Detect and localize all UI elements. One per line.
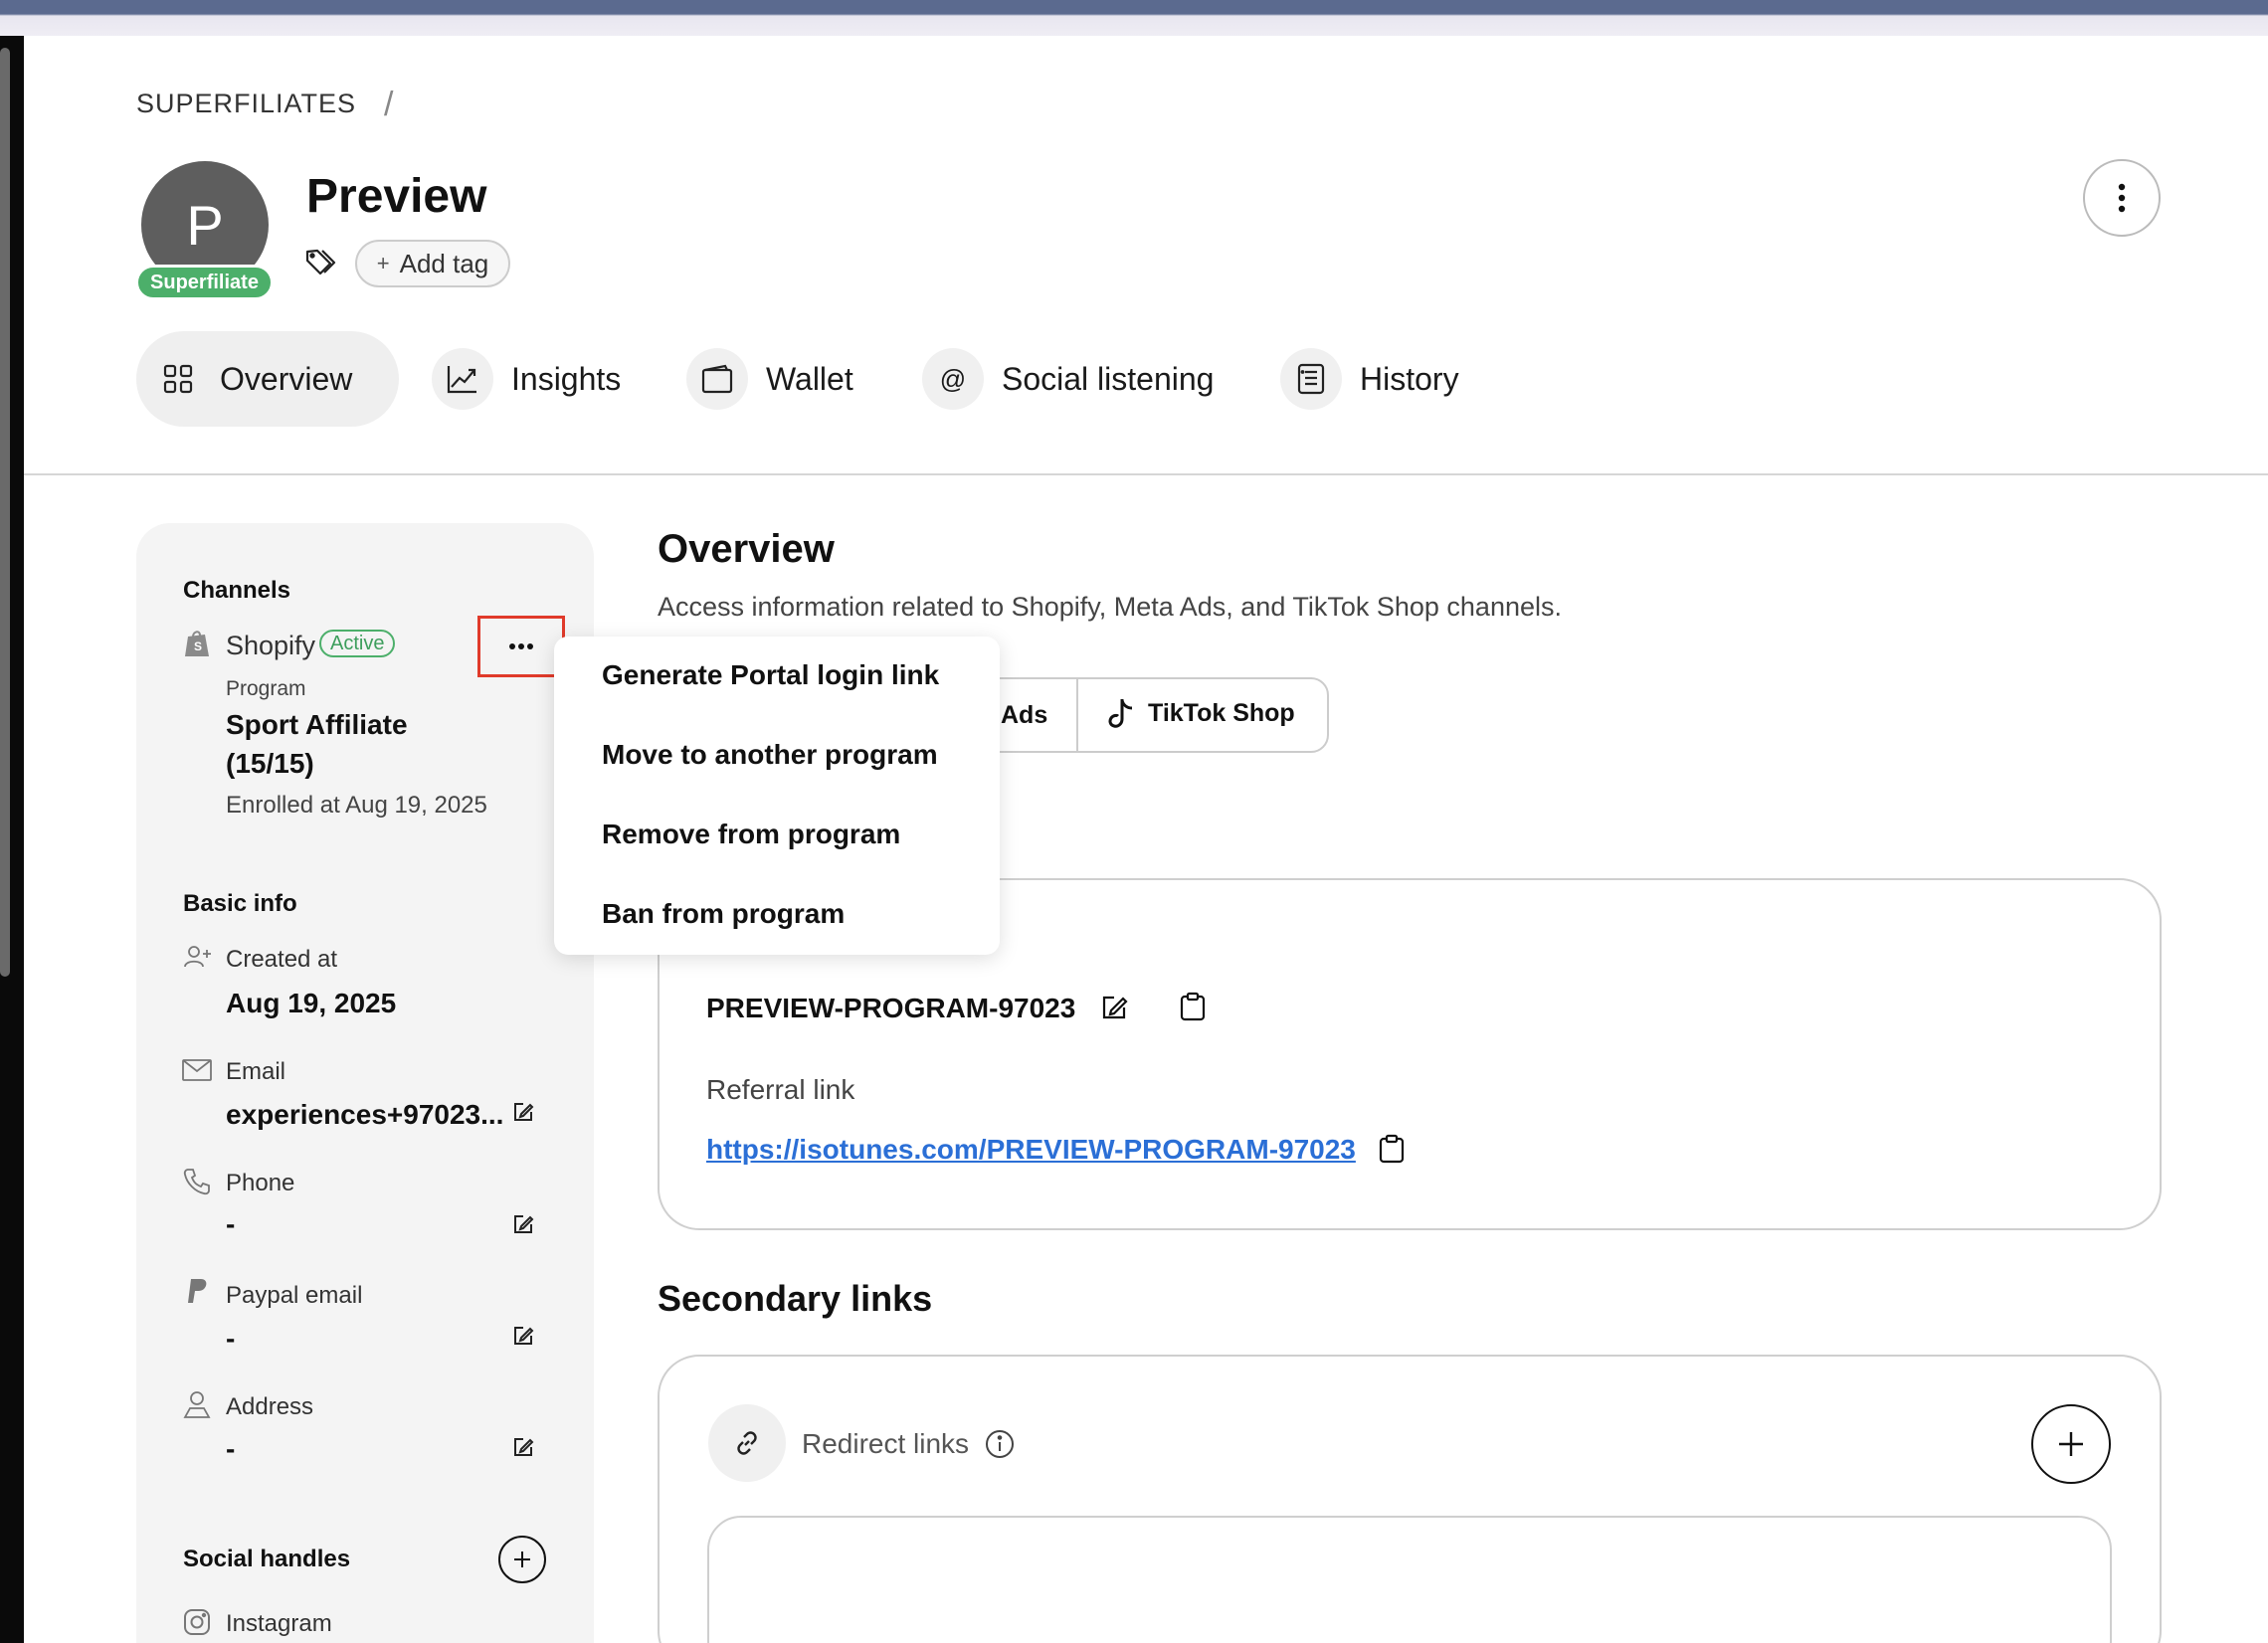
social-handles-title: Social handles xyxy=(183,1546,351,1572)
info-icon[interactable] xyxy=(985,1429,1015,1459)
overview-description: Access information related to Shopify, M… xyxy=(658,592,1562,622)
menu-item-ban-program[interactable]: Ban from program xyxy=(602,898,845,930)
history-list-icon xyxy=(1280,348,1342,410)
copy-code-icon[interactable] xyxy=(1180,992,1206,1021)
status-badge: Active xyxy=(319,630,396,657)
shopify-label: Shopify xyxy=(226,631,316,660)
menu-item-generate-portal-link[interactable]: Generate Portal login link xyxy=(602,659,939,691)
link-icon-circle xyxy=(708,1404,786,1482)
paypal-value: - xyxy=(226,1323,236,1354)
overview-title: Overview xyxy=(658,527,835,571)
tab-label: Social listening xyxy=(1002,360,1215,397)
tab-social-listening[interactable]: @ Social listening xyxy=(922,331,1214,427)
sidebar-panel xyxy=(136,523,594,1643)
redirect-links-label: Redirect links xyxy=(802,1428,970,1459)
email-label: Email xyxy=(226,1058,286,1085)
wallet-icon xyxy=(686,348,748,410)
more-options-button[interactable] xyxy=(2083,159,2161,237)
tab-label: Insights xyxy=(511,360,622,397)
paypal-icon xyxy=(188,1279,207,1303)
channels-title: Channels xyxy=(183,577,291,604)
tab-wallet[interactable]: Wallet xyxy=(686,331,853,427)
tab-label: History xyxy=(1360,360,1459,397)
referral-link-label: Referral link xyxy=(706,1074,855,1105)
browser-top-bar xyxy=(0,0,2268,36)
referral-code: PREVIEW-PROGRAM-97023 xyxy=(706,993,1076,1023)
scrollbar[interactable] xyxy=(0,48,10,977)
address-value: - xyxy=(226,1433,236,1464)
basic-info-title: Basic info xyxy=(183,890,297,917)
edit-code-icon[interactable] xyxy=(1100,994,1128,1021)
plus-icon: + xyxy=(376,251,390,275)
copy-link-icon[interactable] xyxy=(1379,1134,1405,1164)
add-tag-button[interactable]: + Add tag xyxy=(355,240,510,287)
vertical-dots-icon xyxy=(2118,183,2126,213)
phone-label: Phone xyxy=(226,1170,295,1196)
tab-tiktok-shop[interactable]: TikTok Shop xyxy=(1108,697,1295,729)
user-location-icon xyxy=(183,1391,211,1418)
program-name: Sport Affiliate xyxy=(226,709,408,740)
grid-icon xyxy=(158,348,198,410)
superfiliate-badge: Superfiliate xyxy=(135,265,274,300)
header-divider xyxy=(24,473,2268,475)
plus-icon xyxy=(2059,1432,2083,1456)
tab-insights[interactable]: Insights xyxy=(432,331,621,427)
tiktok-icon xyxy=(1108,699,1133,728)
mail-icon xyxy=(182,1059,212,1081)
instagram-icon xyxy=(184,1609,210,1635)
referral-link[interactable]: https://isotunes.com/PREVIEW-PROGRAM-970… xyxy=(706,1134,1356,1166)
edit-email-icon[interactable] xyxy=(512,1101,534,1123)
paypal-label: Paypal email xyxy=(226,1282,363,1309)
edit-address-icon[interactable] xyxy=(512,1436,534,1458)
program-count: (15/15) xyxy=(226,748,314,779)
tab-label: Overview xyxy=(220,360,353,397)
tab-label: Wallet xyxy=(766,360,853,397)
chart-line-icon xyxy=(432,348,493,410)
edit-phone-icon[interactable] xyxy=(512,1213,534,1235)
horizontal-dots-icon xyxy=(509,643,533,649)
channel-more-button[interactable] xyxy=(477,616,565,677)
avatar-letter: P xyxy=(186,193,224,257)
add-tag-label: Add tag xyxy=(399,248,489,278)
tag-icon xyxy=(305,249,336,275)
tab-history[interactable]: History xyxy=(1280,331,1459,427)
tab-meta-ads[interactable]: Ads xyxy=(1001,701,1047,730)
breadcrumb[interactable]: SUPERFILIATES xyxy=(136,89,356,119)
secondary-links-title: Secondary links xyxy=(658,1278,933,1319)
channel-tab-divider xyxy=(1076,678,1078,752)
edit-paypal-icon[interactable] xyxy=(512,1325,534,1347)
shopify-icon: S xyxy=(185,631,209,656)
created-at-value: Aug 19, 2025 xyxy=(226,988,397,1018)
address-label: Address xyxy=(226,1393,314,1420)
phone-value: - xyxy=(226,1208,236,1239)
instagram-label: Instagram xyxy=(226,1610,332,1637)
channel-actions-menu: Generate Portal login link Move to anoth… xyxy=(554,637,1000,955)
email-value: experiences+97023... xyxy=(226,1099,504,1130)
menu-item-move-program[interactable]: Move to another program xyxy=(602,739,938,771)
created-at-label: Created at xyxy=(226,946,338,973)
menu-item-remove-program[interactable]: Remove from program xyxy=(602,819,900,850)
link-icon xyxy=(737,1431,757,1455)
page-title: Preview xyxy=(306,170,487,223)
tiktok-label: TikTok Shop xyxy=(1148,698,1295,727)
tab-overview[interactable]: Overview xyxy=(136,331,399,427)
add-social-button[interactable] xyxy=(498,1536,546,1583)
plus-icon xyxy=(514,1552,530,1567)
svg-text:S: S xyxy=(194,639,202,653)
enrolled-date: Enrolled at Aug 19, 2025 xyxy=(226,792,487,819)
at-icon: @ xyxy=(922,348,984,410)
redirect-links-list xyxy=(707,1516,2112,1643)
phone-icon xyxy=(183,1169,210,1195)
add-redirect-link-button[interactable] xyxy=(2031,1404,2111,1484)
program-label: Program xyxy=(226,677,306,700)
breadcrumb-separator: / xyxy=(384,86,394,123)
user-plus-icon xyxy=(184,946,211,968)
